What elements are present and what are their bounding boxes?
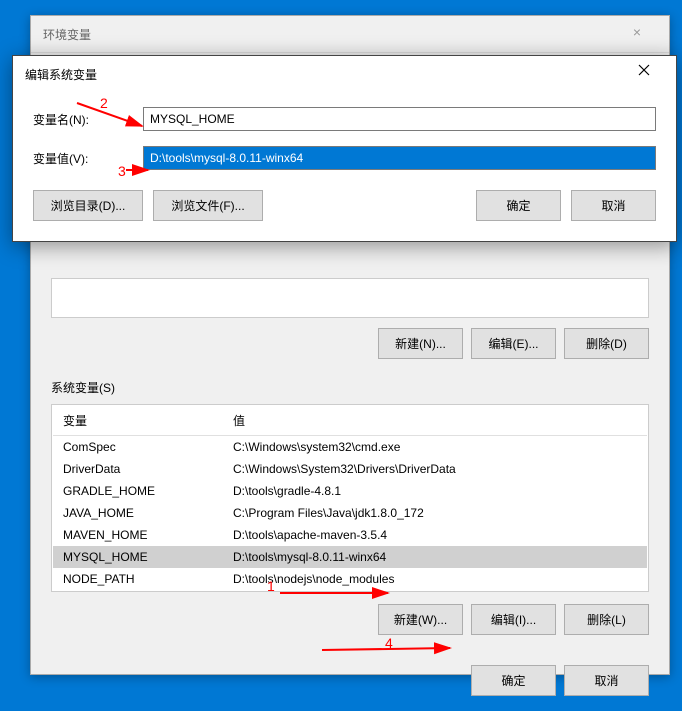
edit-titlebar: 编辑系统变量 [13,56,676,92]
user-edit-button[interactable]: 编辑(E)... [471,328,556,359]
var-value-cell: C:\Program Files\Java\jdk1.8.0_172 [223,502,647,524]
var-value-cell: D:\tools\gradle-4.8.1 [223,480,647,502]
main-close-button[interactable]: × [617,24,657,44]
browse-dir-button[interactable]: 浏览目录(D)... [33,190,143,221]
value-row: 变量值(V): [33,146,656,170]
sys-edit-button[interactable]: 编辑(I)... [471,604,556,635]
edit-button-row: 浏览目录(D)... 浏览文件(F)... 确定 取消 [33,190,656,221]
annotation-2: 2 [100,95,108,111]
browse-file-button[interactable]: 浏览文件(F)... [153,190,263,221]
var-name-cell: DriverData [53,458,223,480]
var-value-cell: C:\Windows\system32\cmd.exe [223,436,647,459]
edit-body: 变量名(N): 变量值(V): 浏览目录(D)... 浏览文件(F)... 确定… [13,92,676,241]
var-name-cell: MYSQL_HOME [53,546,223,568]
sys-new-button[interactable]: 新建(W)... [378,604,463,635]
value-label: 变量值(V): [33,150,143,167]
sys-header-value[interactable]: 值 [223,406,647,436]
var-name-cell: NODE_PATH [53,568,223,590]
main-ok-button[interactable]: 确定 [471,665,556,696]
main-cancel-button[interactable]: 取消 [564,665,649,696]
table-row[interactable]: MAVEN_HOMED:\tools\apache-maven-3.5.4 [53,524,647,546]
sys-vars-table[interactable]: 变量 值 ComSpecC:\Windows\system32\cmd.exeD… [53,406,647,590]
main-title-text: 环境变量 [43,26,91,43]
name-row: 变量名(N): [33,107,656,131]
var-value-cell: D:\tools\mysql-8.0.11-winx64 [223,546,647,568]
edit-title-text: 编辑系统变量 [25,66,97,83]
value-input[interactable] [143,146,656,170]
main-footer: 确定 取消 [51,665,649,696]
user-button-row: 新建(N)... 编辑(E)... 删除(D) [51,328,649,359]
var-name-cell: GRADLE_HOME [53,480,223,502]
table-row[interactable]: DriverDataC:\Windows\System32\Drivers\Dr… [53,458,647,480]
var-value-cell: D:\tools\nodejs\node_modules [223,568,647,590]
user-new-button[interactable]: 新建(N)... [378,328,463,359]
edit-ok-button[interactable]: 确定 [476,190,561,221]
close-icon [638,64,650,76]
name-label: 变量名(N): [33,111,143,128]
main-titlebar: 环境变量 × [31,16,669,53]
var-name-cell: MAVEN_HOME [53,524,223,546]
var-name-cell: JAVA_HOME [53,502,223,524]
annotation-4: 4 [385,635,393,651]
sys-button-row: 新建(W)... 编辑(I)... 删除(L) [51,604,649,635]
edit-close-button[interactable] [624,64,664,84]
var-value-cell: D:\tools\apache-maven-3.5.4 [223,524,647,546]
sys-vars-table-wrap: 变量 值 ComSpecC:\Windows\system32\cmd.exeD… [51,404,649,592]
var-value-cell: C:\Windows\System32\Drivers\DriverData [223,458,647,480]
annotation-1: 1 [267,578,275,594]
table-row[interactable]: JAVA_HOMEC:\Program Files\Java\jdk1.8.0_… [53,502,647,524]
table-row[interactable]: GRADLE_HOMED:\tools\gradle-4.8.1 [53,480,647,502]
table-row[interactable]: ComSpecC:\Windows\system32\cmd.exe [53,436,647,459]
edit-sys-var-dialog: 编辑系统变量 变量名(N): 变量值(V): 浏览目录(D)... 浏览文件(F… [12,55,677,242]
annotation-3: 3 [118,163,126,179]
var-name-cell: ComSpec [53,436,223,459]
sys-header-name[interactable]: 变量 [53,406,223,436]
table-row[interactable]: NODE_PATHD:\tools\nodejs\node_modules [53,568,647,590]
sys-vars-label: 系统变量(S) [51,379,649,396]
name-input[interactable] [143,107,656,131]
user-vars-list[interactable] [51,278,649,318]
sys-delete-button[interactable]: 删除(L) [564,604,649,635]
table-row[interactable]: MYSQL_HOMED:\tools\mysql-8.0.11-winx64 [53,546,647,568]
edit-cancel-button[interactable]: 取消 [571,190,656,221]
user-delete-button[interactable]: 删除(D) [564,328,649,359]
